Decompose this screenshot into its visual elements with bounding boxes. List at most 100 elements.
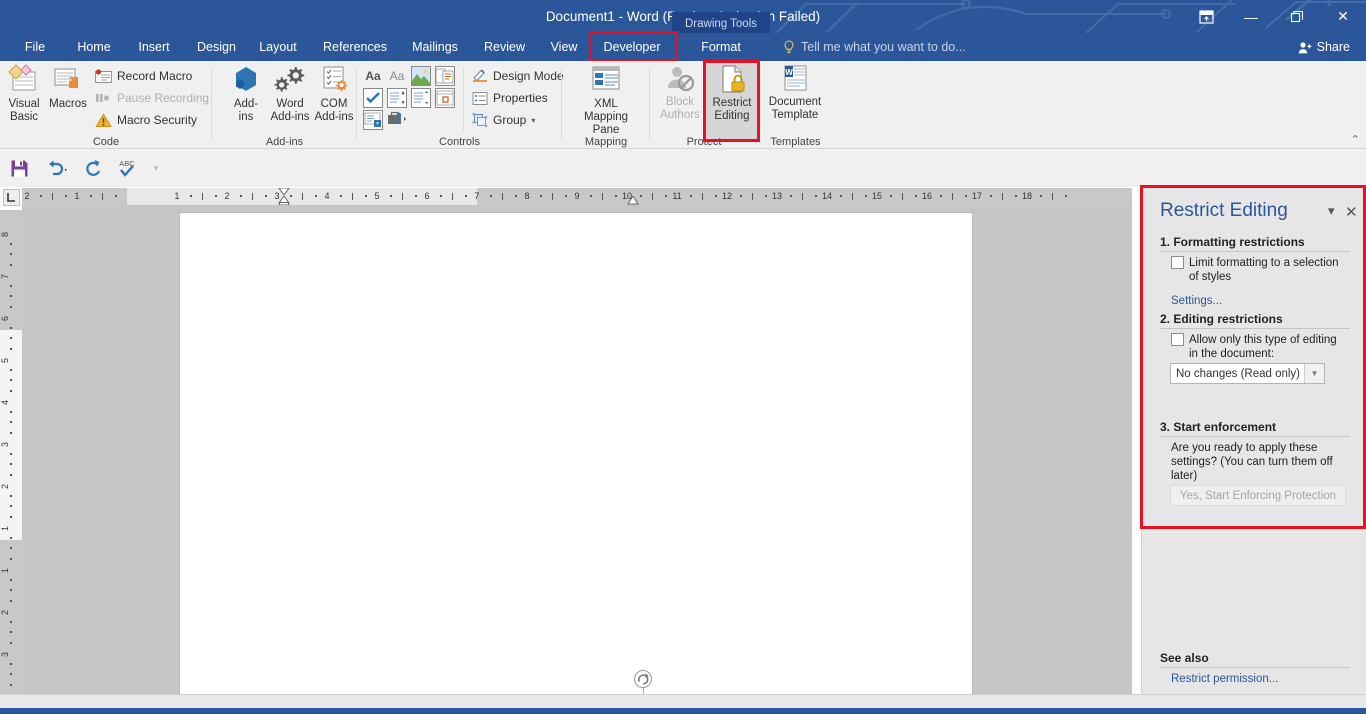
limit-formatting-checkbox[interactable] <box>1171 256 1184 269</box>
vruler-tick-1: 1 <box>0 525 10 531</box>
vruler-tick-3: 3 <box>0 651 10 657</box>
vruler-minor-mark <box>10 295 12 297</box>
document-canvas[interactable]: [GRAB YOUR READER’S ATTENTION WITH A GRE… <box>22 205 1132 714</box>
ruler-minor-mark <box>902 193 903 200</box>
close-button[interactable]: ✕ <box>1320 0 1366 33</box>
ruler-minor-mark <box>339 195 342 197</box>
ruler-minor-mark <box>389 195 392 197</box>
customize-quick-access-toolbar-button[interactable]: ▾ <box>146 155 166 181</box>
check-box-content-control-icon[interactable] <box>363 88 383 108</box>
visual-basic-icon <box>8 64 36 91</box>
spelling-grammar-button[interactable]: ABC <box>112 155 142 181</box>
horizontal-ruler[interactable]: 2 1 1 2 3 4 5 6 7 8 9 10 11 12 13 14 15 16 17 18 <box>22 188 1132 205</box>
ruler-minor-mark <box>589 195 592 197</box>
com-addins-button[interactable]: COM Add-ins <box>306 64 362 124</box>
editing-type-dropdown[interactable]: No changes (Read only) ▼ <box>1170 363 1325 384</box>
maximize-restore-button[interactable] <box>1274 0 1320 33</box>
chevron-down-icon[interactable]: ▾ <box>531 116 535 125</box>
date-picker-content-control-icon[interactable] <box>435 88 455 108</box>
collapse-ribbon-button[interactable]: ⌃ <box>1351 133 1360 146</box>
ruler-tick-11: 11 <box>672 191 682 201</box>
ruler-tick-8: 8 <box>524 191 530 201</box>
share-label: Share <box>1316 40 1350 54</box>
macro-security-button[interactable]: Macro Security <box>92 109 200 131</box>
ruler-minor-mark <box>102 193 103 200</box>
rotate-handle-icon[interactable] <box>634 670 652 688</box>
restrict-permission-link[interactable]: Restrict permission... <box>1171 673 1278 685</box>
tab-insert[interactable]: Insert <box>128 33 180 61</box>
see-also-heading: See also <box>1160 651 1209 665</box>
vruler-minor-mark <box>10 368 12 371</box>
minimize-button[interactable]: — <box>1228 0 1274 33</box>
record-macro-icon <box>95 68 112 83</box>
undo-button[interactable] <box>40 155 74 181</box>
ruler-minor-mark <box>664 195 667 197</box>
ruler-minor-mark <box>264 195 267 197</box>
tab-format[interactable]: Format <box>678 33 764 61</box>
properties-button[interactable]: Properties <box>469 87 551 109</box>
xml-mapping-pane-button[interactable]: XML Mapping Pane <box>571 64 641 137</box>
formatting-settings-link[interactable]: Settings... <box>1171 295 1222 307</box>
share-button[interactable]: Share <box>1290 36 1358 58</box>
restrict-editing-button[interactable]: Restrict Editing <box>706 63 758 141</box>
pane-menu-icon[interactable]: ▾ <box>1328 203 1335 219</box>
left-indent-marker[interactable] <box>278 196 290 205</box>
legacy-tools-icon[interactable] <box>387 110 407 130</box>
ribbon-display-options-icon[interactable] <box>1184 0 1228 33</box>
properties-icon <box>472 91 488 105</box>
ruler-minor-mark <box>652 193 653 200</box>
picture-content-control-icon[interactable] <box>411 66 431 86</box>
tab-mailings[interactable]: Mailings <box>403 33 467 61</box>
window-controls: — ✕ <box>1184 0 1366 33</box>
ruler-minor-mark <box>314 195 317 197</box>
vruler-minor-mark <box>10 253 12 255</box>
tab-view[interactable]: View <box>541 33 587 61</box>
chevron-down-icon: ▾ <box>153 162 159 173</box>
record-macro-label: Record Macro <box>117 69 193 83</box>
ruler-tick-15: 15 <box>871 191 882 201</box>
tab-review[interactable]: Review <box>475 33 533 61</box>
vruler-minor-mark <box>10 347 12 350</box>
rich-text-content-control-icon[interactable]: Aa <box>363 66 383 86</box>
ruler-minor-mark <box>52 193 53 200</box>
tell-me-search[interactable]: Tell me what you want to do... <box>783 33 966 61</box>
record-macro-button[interactable]: Record Macro <box>92 65 195 87</box>
status-bar[interactable] <box>0 694 1366 708</box>
tab-stop-selector[interactable] <box>3 189 20 206</box>
word-addins-label-2: Add-ins <box>270 111 310 123</box>
right-indent-marker[interactable] <box>627 196 639 205</box>
plain-text-content-control-icon[interactable]: Aa <box>387 66 407 86</box>
ruler-tick-13: 13 <box>771 191 782 201</box>
design-mode-button[interactable]: Design Mode <box>469 65 567 87</box>
first-line-indent-marker[interactable] <box>278 188 290 196</box>
vruler-minor-mark <box>10 505 12 507</box>
tab-developer[interactable]: Developer <box>594 33 670 61</box>
document-page[interactable]: [GRAB YOUR READER’S ATTENTION WITH A GRE… <box>180 213 972 714</box>
save-button[interactable] <box>6 155 32 181</box>
ruler-minor-mark <box>39 195 42 197</box>
ruler-minor-mark <box>202 193 203 200</box>
macros-button[interactable]: Macros <box>46 64 90 111</box>
tab-home[interactable]: Home <box>68 33 120 61</box>
drop-down-list-content-control-icon[interactable] <box>411 88 431 108</box>
ribbon-group-protect: Block Authors Restrict Editing Protect <box>650 61 758 149</box>
tab-layout[interactable]: Layout <box>250 33 306 61</box>
chevron-down-icon[interactable]: ▼ <box>1304 364 1324 383</box>
building-block-gallery-icon[interactable] <box>435 66 455 86</box>
redo-button[interactable] <box>80 155 106 181</box>
ruler-minor-mark <box>439 195 442 197</box>
tab-design[interactable]: Design <box>188 33 242 61</box>
visual-basic-button[interactable]: Visual Basic <box>2 64 46 124</box>
group-button[interactable]: Group ▾ <box>469 109 538 131</box>
ruler-minor-mark <box>1002 193 1003 200</box>
tab-references[interactable]: References <box>314 33 396 61</box>
repeating-section-content-control-icon[interactable] <box>363 110 383 130</box>
combo-box-content-control-icon[interactable] <box>387 88 407 108</box>
pane-close-icon[interactable]: ✕ <box>1345 203 1358 221</box>
document-template-button[interactable]: W Document Template <box>761 64 829 122</box>
vertical-ruler[interactable]: 876543211234 <box>0 210 22 708</box>
allow-editing-type-checkbox[interactable] <box>1171 333 1184 346</box>
visual-basic-label-1: Visual <box>8 98 40 110</box>
tab-file[interactable]: File <box>14 33 56 61</box>
vruler-minor-mark <box>10 494 12 497</box>
